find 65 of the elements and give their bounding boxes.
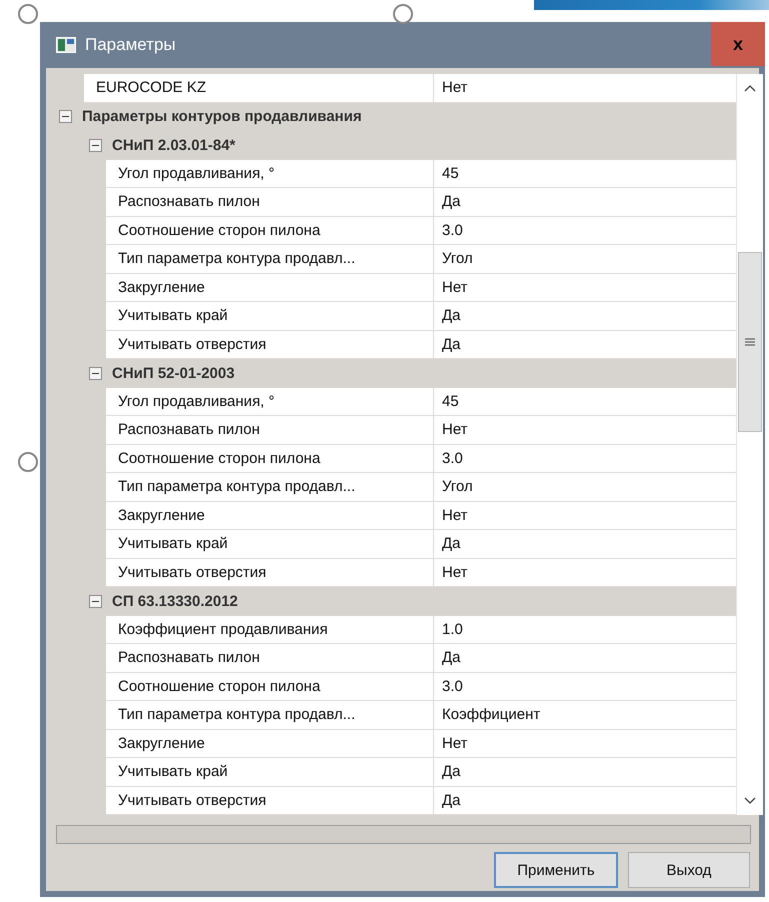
window-title: Параметры	[85, 35, 177, 55]
property-name: Угол продавливания, °	[106, 388, 434, 416]
property-value[interactable]: Да	[434, 644, 736, 672]
collapse-icon[interactable]	[89, 594, 102, 608]
resize-handle[interactable]	[18, 452, 38, 472]
category-label: СНиП 2.03.01-84*	[112, 136, 236, 154]
scroll-down-icon[interactable]	[744, 797, 756, 805]
category-label: Параметры контуров продавливания	[82, 108, 362, 126]
property-value[interactable]: 45	[434, 388, 736, 416]
resize-handle[interactable]	[18, 4, 38, 24]
property-value[interactable]: Нет	[434, 416, 736, 444]
collapse-icon[interactable]	[59, 110, 72, 124]
scroll-thumb[interactable]	[738, 252, 762, 432]
property-name: Тип параметра контура продавл...	[106, 701, 434, 730]
window-icon	[56, 37, 76, 53]
close-button[interactable]: x	[711, 22, 765, 66]
property-value[interactable]: Нет	[434, 74, 736, 102]
apply-button[interactable]: Применить	[494, 852, 618, 888]
property-name: Тип параметра контура продавл...	[106, 473, 434, 502]
property-name: Учитывать отверстия	[106, 330, 434, 359]
category-label: СНиП 52-01-2003	[112, 364, 235, 382]
property-value[interactable]: 3.0	[434, 672, 736, 701]
scroll-up-icon[interactable]	[744, 84, 756, 92]
grip-icon	[745, 338, 755, 346]
property-value[interactable]: Нет	[434, 730, 736, 758]
property-name: Учитывать край	[106, 302, 434, 330]
property-value[interactable]: 3.0	[434, 216, 736, 245]
property-value[interactable]: Да	[434, 786, 736, 815]
property-value[interactable]: Да	[434, 188, 736, 216]
scrollbar[interactable]	[736, 74, 763, 815]
property-name: Распознавать пилон	[106, 416, 434, 444]
property-value[interactable]: Угол	[434, 245, 736, 274]
property-value[interactable]: Нет	[434, 502, 736, 530]
property-value[interactable]: Да	[434, 330, 736, 359]
property-value[interactable]: Да	[434, 758, 736, 786]
collapse-icon[interactable]	[89, 138, 102, 152]
property-name: Закругление	[106, 502, 434, 530]
property-value[interactable]: Да	[434, 530, 736, 558]
property-name: Учитывать отверстия	[106, 786, 434, 815]
property-value[interactable]: 3.0	[434, 444, 736, 473]
property-name: Соотношение сторон пилона	[106, 216, 434, 245]
collapse-icon[interactable]	[89, 366, 102, 380]
property-name: Учитывать край	[106, 758, 434, 786]
exit-button[interactable]: Выход	[628, 852, 750, 888]
property-name: EUROCODE KZ	[84, 74, 434, 102]
property-name: Учитывать край	[106, 530, 434, 558]
property-value[interactable]: Нет	[434, 274, 736, 302]
property-value[interactable]: Да	[434, 302, 736, 330]
resize-handle[interactable]	[393, 4, 413, 24]
property-name: Коэффициент продавливания	[106, 616, 434, 644]
property-name: Распознавать пилон	[106, 644, 434, 672]
property-name: Распознавать пилон	[106, 188, 434, 216]
property-value[interactable]: Угол	[434, 473, 736, 502]
property-value[interactable]: 1.0	[434, 616, 736, 644]
property-name: Тип параметра контура продавл...	[106, 245, 434, 274]
property-name: Учитывать отверстия	[106, 558, 434, 587]
category-label: СП 63.13330.2012	[112, 592, 238, 610]
property-value[interactable]: 45	[434, 160, 736, 188]
property-name: Соотношение сторон пилона	[106, 672, 434, 701]
property-value[interactable]: Коэффициент	[434, 701, 736, 730]
property-value[interactable]: Нет	[434, 558, 736, 587]
property-name: Закругление	[106, 274, 434, 302]
property-name: Закругление	[106, 730, 434, 758]
property-name: Угол продавливания, °	[106, 160, 434, 188]
property-name: Соотношение сторон пилона	[106, 444, 434, 473]
